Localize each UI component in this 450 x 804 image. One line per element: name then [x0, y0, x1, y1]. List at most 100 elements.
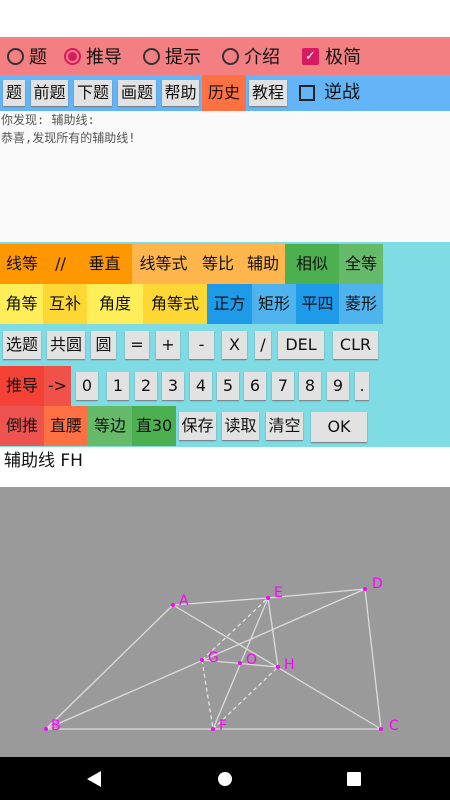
home-icon[interactable]: [218, 772, 232, 786]
radio-hint[interactable]: 提示: [143, 42, 201, 70]
key-square[interactable]: 正方: [207, 284, 252, 324]
key-ratio[interactable]: 等比: [195, 244, 241, 284]
key-angle[interactable]: 角度: [87, 284, 143, 324]
key-perpendicular[interactable]: 垂直: [77, 244, 132, 284]
label-b: B: [51, 718, 61, 734]
next-question-button[interactable]: 下题: [74, 80, 112, 106]
point-h: [276, 665, 280, 669]
radio-circle: [143, 47, 160, 65]
key-digit[interactable]: 5: [217, 372, 239, 400]
prev-question-button[interactable]: 前题: [31, 80, 68, 106]
key-multiply[interactable]: X: [222, 331, 247, 359]
segment-bd: [45, 588, 366, 730]
help-button[interactable]: 帮助: [162, 80, 199, 106]
key-clear-all[interactable]: 清空: [266, 412, 303, 440]
point-o: [238, 661, 242, 665]
key-similar[interactable]: 相似: [285, 244, 339, 284]
tutorial-button[interactable]: 教程: [249, 80, 287, 106]
label-c: C: [389, 718, 399, 734]
key-digit[interactable]: 1: [107, 372, 129, 400]
radio-label: 题: [29, 47, 47, 68]
key-digit[interactable]: 3: [162, 372, 184, 400]
diagram-labels: A E D G O H B F C: [51, 576, 399, 734]
point-c: [379, 727, 383, 731]
key-digit[interactable]: 8: [299, 372, 321, 400]
key-plus[interactable]: +: [156, 331, 180, 359]
point-e: [266, 596, 270, 600]
radio-label: 推导: [86, 47, 122, 68]
label-e: E: [274, 585, 283, 601]
key-rectangle[interactable]: 矩形: [252, 284, 296, 324]
key-divide[interactable]: /: [255, 331, 271, 359]
key-circle[interactable]: 圆: [91, 331, 116, 359]
draw-question-button[interactable]: 画题: [118, 80, 156, 106]
geometry-canvas[interactable]: A E D G O H B F C: [0, 487, 450, 757]
key-rhombus[interactable]: 菱形: [339, 284, 383, 324]
recents-icon[interactable]: [347, 772, 361, 786]
radio-derive[interactable]: 推导: [64, 42, 122, 70]
key-digit[interactable]: 7: [272, 372, 294, 400]
key-concyclic[interactable]: 共圆: [47, 331, 85, 359]
geometry-diagram: A E D G O H B F C: [44, 576, 399, 734]
checkbox-label: 极简: [325, 47, 361, 68]
key-digit[interactable]: 2: [135, 372, 157, 400]
radio-question[interactable]: 题: [7, 42, 47, 70]
radio-circle: [7, 47, 24, 65]
key-parallelogram[interactable]: 平四: [296, 284, 339, 324]
message-line: 恭喜,发现所有的辅助线!: [1, 131, 136, 145]
point-b: [44, 727, 48, 731]
key-equilateral[interactable]: 等边: [88, 406, 132, 446]
key-parallel[interactable]: //: [44, 244, 77, 284]
key-minus[interactable]: -: [189, 331, 214, 359]
radio-circle: [64, 47, 81, 65]
key-congruent[interactable]: 全等: [339, 244, 383, 284]
key-save[interactable]: 保存: [179, 412, 216, 440]
point-f: [211, 727, 215, 731]
key-clear[interactable]: CLR: [333, 331, 378, 359]
radio-circle: [222, 47, 239, 65]
segment-eh: [267, 597, 279, 668]
point-g: [200, 658, 204, 662]
key-reverse-derive[interactable]: 倒推: [0, 406, 44, 446]
point-d: [363, 587, 367, 591]
back-icon[interactable]: [87, 771, 101, 787]
history-button[interactable]: 历史: [202, 75, 246, 111]
key-arrow[interactable]: ->: [44, 366, 71, 406]
key-digit[interactable]: 0: [76, 372, 98, 400]
key-line-equal[interactable]: 线等: [0, 244, 44, 284]
radio-intro[interactable]: 介绍: [222, 42, 280, 70]
key-line-equation[interactable]: 线等式: [132, 244, 195, 284]
radio-label: 提示: [165, 47, 201, 68]
key-supplementary[interactable]: 互补: [43, 284, 87, 324]
key-equals[interactable]: =: [125, 331, 149, 359]
key-right-isosceles[interactable]: 直腰: [44, 406, 88, 446]
key-digit[interactable]: 6: [244, 372, 266, 400]
point-a: [171, 603, 175, 607]
checkbox-reverse-label: 逆战: [324, 82, 360, 103]
keypad: 线等 // 垂直 线等式 等比 辅助 相似 全等 角等 互补 角度 角等式 正方…: [0, 242, 450, 447]
label-o: O: [246, 652, 257, 668]
key-right-30[interactable]: 直30: [132, 406, 176, 446]
mode-bar: 题 推导 提示 介绍 ✓ 极简: [0, 37, 450, 75]
system-navigation-bar: [0, 757, 450, 800]
message-line: 你发现: 辅助线:: [1, 113, 95, 127]
key-digit[interactable]: 4: [190, 372, 212, 400]
key-derive[interactable]: 推导: [0, 366, 44, 406]
key-auxiliary[interactable]: 辅助: [241, 244, 285, 284]
key-load[interactable]: 读取: [222, 412, 259, 440]
key-digit[interactable]: 9: [327, 372, 349, 400]
checkbox-reverse[interactable]: [299, 85, 315, 101]
key-decimal[interactable]: .: [355, 372, 369, 400]
segment-dc: [364, 588, 382, 730]
key-angle-equal[interactable]: 角等: [0, 284, 43, 324]
key-delete[interactable]: DEL: [278, 331, 324, 359]
label-f: F: [219, 718, 227, 734]
question-button[interactable]: 题: [3, 80, 25, 106]
status-bar: [0, 0, 450, 37]
key-angle-equation[interactable]: 角等式: [143, 284, 207, 324]
key-ok[interactable]: OK: [311, 412, 367, 442]
label-d: D: [372, 576, 383, 592]
checkbox-minimal[interactable]: ✓ 极简: [302, 42, 361, 70]
message-area: 你发现: 辅助线: 恭喜,发现所有的辅助线!: [0, 111, 450, 242]
key-select-question[interactable]: 选题: [3, 331, 41, 359]
